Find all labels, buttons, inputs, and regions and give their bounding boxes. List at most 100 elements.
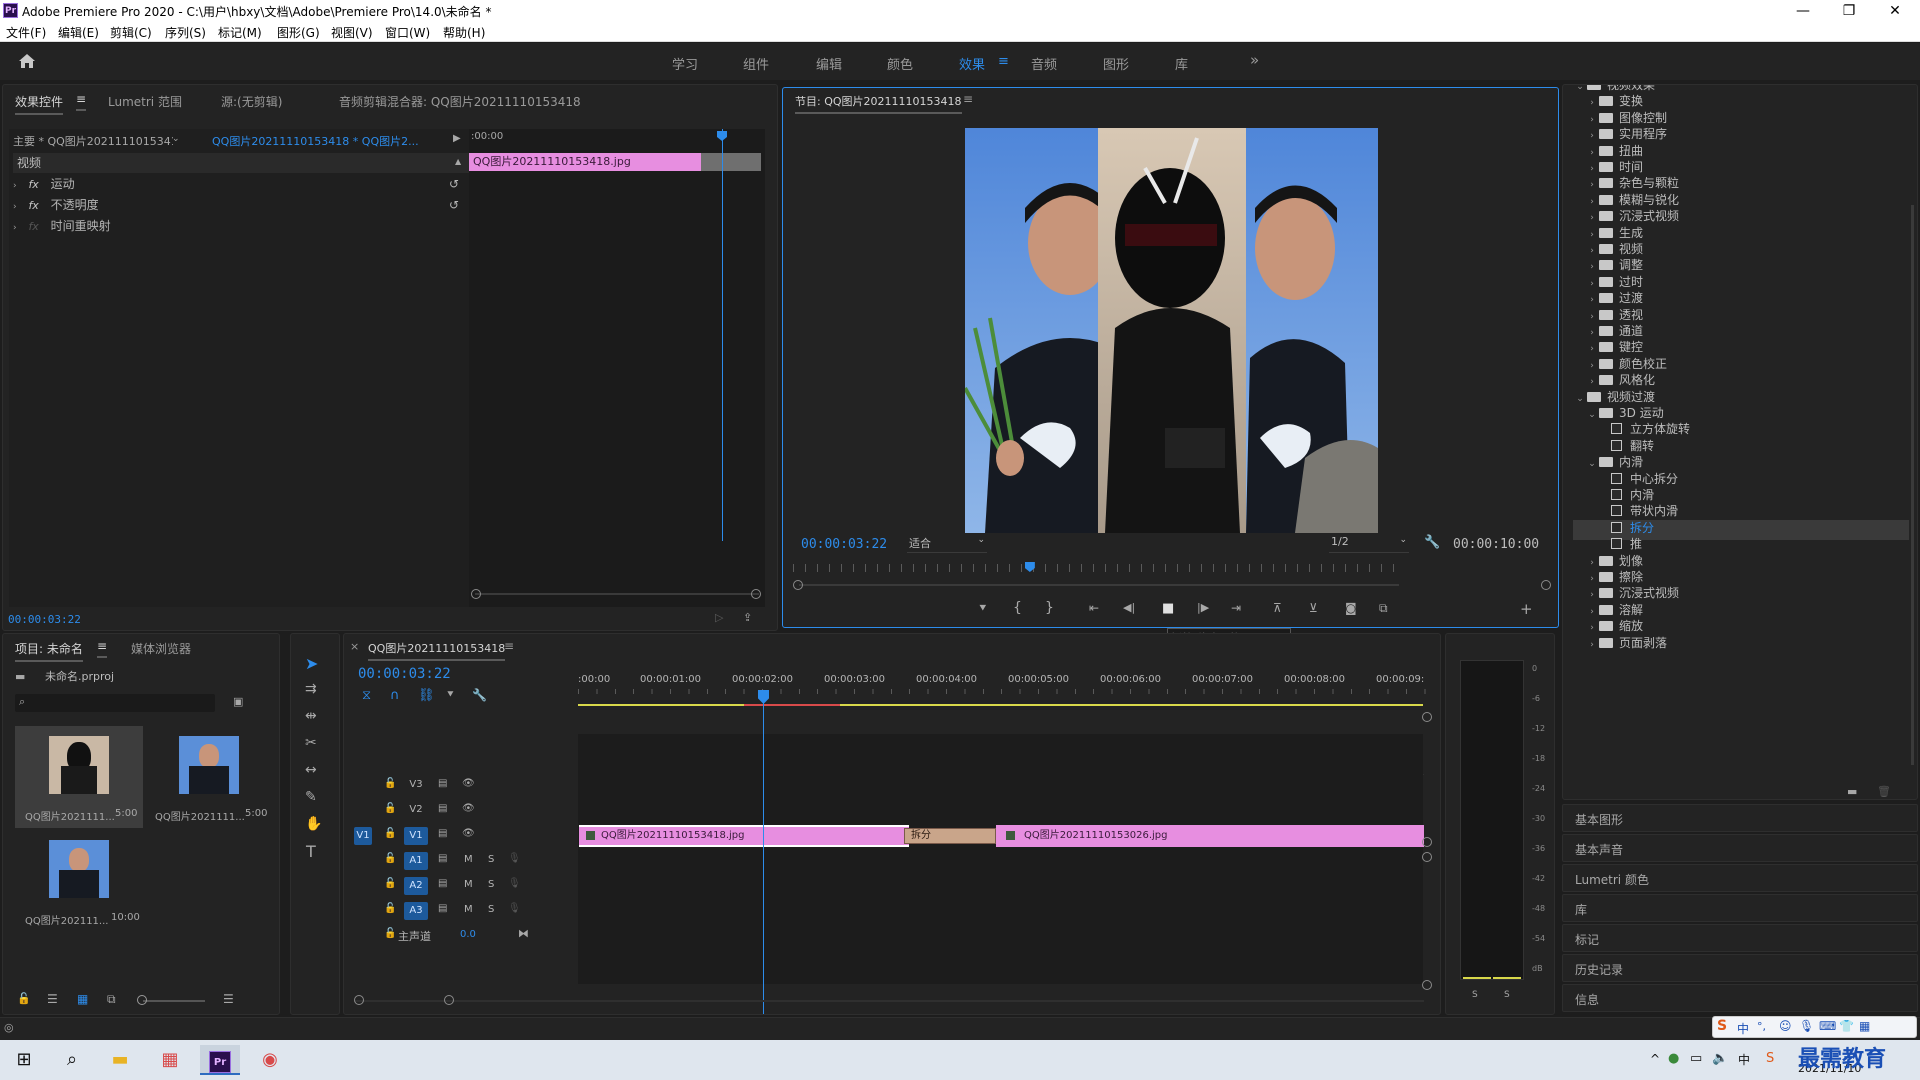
program-video-frame[interactable] [965, 128, 1378, 533]
solo-right-button[interactable]: S [1504, 990, 1510, 1000]
ripple-edit-tool-icon[interactable]: ⇹ [305, 708, 317, 724]
lock-icon[interactable]: 🔓 [384, 928, 396, 939]
timeline-playhead-handle[interactable] [758, 690, 769, 704]
minimize-button[interactable]: — [1780, 0, 1826, 22]
timeline-ruler[interactable]: :00:00 00:00:01:00 00:00:02:00 00:00:03:… [578, 674, 1438, 694]
mic-icon[interactable]: 🎙 [508, 878, 521, 889]
transition-split[interactable]: 拆分 [904, 828, 996, 844]
fx-zoom-bar[interactable] [475, 593, 759, 595]
workspace-color[interactable]: 颜色 [887, 54, 913, 73]
timeline-close-icon[interactable]: × [350, 640, 359, 653]
menu-window[interactable]: 窗口(W) [385, 24, 430, 41]
stacked-panel-header[interactable]: 基本声音 [1562, 834, 1918, 862]
toolbox-icon[interactable]: ▦ [1859, 1019, 1870, 1033]
home-icon[interactable] [18, 53, 36, 69]
skin-icon[interactable]: 👕 [1839, 1019, 1854, 1033]
sync-lock-icon[interactable]: ▤ [438, 878, 447, 889]
h-scroll-bar[interactable] [354, 1000, 1424, 1002]
new-bin-icon[interactable]: ▬ [1847, 785, 1857, 798]
tab-project[interactable]: 项目: 未命名 [15, 640, 83, 662]
trash-icon[interactable]: 🗑 [1877, 785, 1891, 798]
master-value[interactable]: 0.0 [460, 929, 476, 940]
lock-icon[interactable]: 🔓 [384, 903, 396, 914]
chevron-right-icon[interactable]: › [1585, 95, 1599, 111]
menu-marker[interactable]: 标记(M) [218, 24, 262, 41]
fx-zoom-handle-left[interactable] [471, 589, 481, 599]
sync-lock-icon[interactable]: ▤ [438, 803, 447, 814]
fx-playhead[interactable] [722, 129, 723, 541]
v-scroll-mid[interactable] [1422, 837, 1432, 847]
v-scroll-top[interactable] [1422, 712, 1432, 722]
workspace-menu-icon[interactable]: ≡ [998, 54, 1009, 69]
solo-button[interactable]: S [488, 879, 494, 890]
app-icon[interactable]: ▦ [150, 1045, 190, 1075]
thumb-size-handle[interactable] [137, 995, 147, 1005]
menu-graphics[interactable]: 图形(G) [277, 24, 320, 41]
project-menu-icon[interactable]: ≡ [97, 639, 108, 658]
mute-button[interactable]: M [464, 854, 473, 865]
v-scroll-bottom[interactable] [1422, 980, 1432, 990]
lift-icon[interactable]: ⊼ [1273, 601, 1282, 615]
timeline-clip-2[interactable]: QQ图片20211110153026.jpg [996, 825, 1424, 847]
track-label[interactable]: V1 [404, 827, 428, 845]
source-patch-v1[interactable]: V1 [354, 827, 372, 845]
chevron-right-icon[interactable]: › [1585, 341, 1599, 357]
timeline-playhead[interactable] [763, 694, 764, 1014]
fx-clip-bar[interactable]: QQ图片20211110153418.jpg [469, 153, 701, 171]
h-scroll-left[interactable] [354, 995, 364, 1005]
sogou-logo-icon[interactable]: S [1717, 1018, 1727, 1034]
reset-icon[interactable]: ↺ [449, 174, 459, 194]
go-to-out-icon[interactable]: ⇥ [1231, 601, 1241, 615]
chevron-right-icon[interactable]: › [1585, 374, 1599, 390]
fx-playhead-handle[interactable] [717, 131, 727, 141]
mark-out-icon[interactable]: } [1045, 600, 1054, 616]
workspace-audio[interactable]: 音频 [1031, 54, 1057, 73]
stacked-panel-header[interactable]: 基本图形 [1562, 804, 1918, 832]
menu-clip[interactable]: 剪辑(C) [110, 24, 152, 41]
slip-tool-icon[interactable]: ↔ [305, 762, 317, 778]
stacked-panel-header[interactable]: 库 [1562, 894, 1918, 922]
effects-folder[interactable]: › 页面剥落 [1573, 635, 1909, 655]
play-arrow-icon[interactable]: ▶ [453, 133, 461, 144]
chrome-icon[interactable]: ◉ [250, 1045, 290, 1075]
windows-start-icon[interactable]: ⊞ [4, 1045, 44, 1075]
hand-tool-icon[interactable]: ✋ [305, 816, 322, 832]
workspace-effects[interactable]: 效果 [959, 54, 985, 73]
fx-zoom-handle-right[interactable] [751, 589, 761, 599]
program-zoom-bar[interactable] [799, 584, 1399, 586]
track-label[interactable]: A3 [404, 902, 428, 920]
workspace-learn[interactable]: 学习 [672, 54, 698, 73]
lock-icon[interactable]: 🔓 [17, 992, 31, 1005]
tab-source[interactable]: 源:(无剪辑) [221, 93, 282, 110]
chevron-right-icon[interactable]: › [1585, 177, 1599, 193]
solo-left-button[interactable]: S [1472, 990, 1478, 1000]
extract-icon[interactable]: ⊻ [1309, 601, 1318, 615]
nest-icon[interactable]: ⧖ [362, 688, 371, 703]
stacked-panel-header[interactable]: 标记 [1562, 924, 1918, 952]
chevron-down-icon[interactable]: ⌄ [172, 134, 180, 144]
close-button[interactable]: ✕ [1872, 0, 1918, 22]
project-item[interactable]: QQ图片2021111... 5:00 [15, 726, 143, 828]
mic-icon[interactable]: 🎙 [508, 903, 521, 914]
search-icon[interactable]: ⌕ [52, 1045, 92, 1075]
premiere-taskbar-icon[interactable]: Pr [200, 1045, 240, 1075]
tray-up-icon[interactable]: ^ [1650, 1052, 1660, 1066]
timeline-settings-icon[interactable]: 🔧 [472, 688, 487, 702]
icon-view-icon[interactable]: ▦ [77, 992, 88, 1006]
chevron-right-icon[interactable]: › [1585, 620, 1599, 636]
scroll-up-icon[interactable]: ▲ [455, 157, 461, 166]
sync-lock-icon[interactable]: ▤ [438, 853, 447, 864]
chevron-right-icon[interactable]: › [1585, 637, 1599, 653]
workspace-editing[interactable]: 编辑 [816, 54, 842, 73]
freeform-view-icon[interactable]: ⧉ [107, 992, 116, 1007]
timeline-timecode[interactable]: 00:00:03:22 [358, 666, 451, 682]
sequence-clip-label[interactable]: QQ图片20211110153418 * QQ图片2... [212, 133, 442, 153]
chevron-down-icon[interactable]: ⌄ [1585, 456, 1599, 472]
timeline-tab[interactable]: QQ图片20211110153418 [368, 640, 506, 661]
chevron-right-icon[interactable]: › [1585, 210, 1599, 226]
punct-icon[interactable]: °, [1757, 1020, 1766, 1033]
reset-icon[interactable]: ↺ [449, 195, 459, 215]
workspace-more-icon[interactable]: » [1250, 51, 1259, 69]
v-scroll-audio-top[interactable] [1422, 852, 1432, 862]
menu-help[interactable]: 帮助(H) [443, 24, 485, 41]
